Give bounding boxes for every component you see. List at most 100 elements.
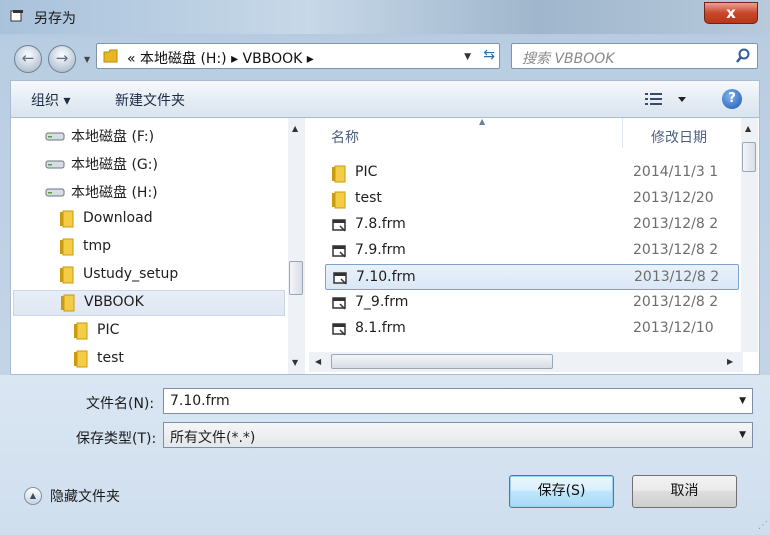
cancel-button[interactable]: 取消 [632, 475, 737, 508]
chevron-down-icon[interactable]: ▼ [739, 396, 746, 406]
recent-pages-dropdown-icon[interactable]: ▼ [84, 55, 90, 64]
folder-icon [332, 191, 346, 209]
tree-item-drive-f[interactable]: 本地磁盘 (F:) [45, 122, 285, 148]
filetype-select[interactable]: 所有文件(*.*) ▼ [163, 422, 753, 448]
folder-icon [332, 165, 346, 183]
filename-input[interactable]: 7.10.frm [170, 393, 230, 409]
command-bar: 组织 ▾ 新建文件夹 ? [10, 80, 760, 118]
file-name: 8.1.frm [355, 320, 406, 336]
drive-icon [45, 132, 65, 141]
close-button[interactable]: x [704, 2, 758, 24]
form-file-icon [332, 245, 346, 258]
file-date: 2014/11/3 1 [633, 164, 719, 180]
folder-icon [74, 322, 88, 340]
resize-grip-icon[interactable]: ⋰ [758, 520, 768, 531]
search-icon[interactable] [735, 48, 751, 64]
search-box[interactable]: 搜索 VBBOOK [511, 43, 758, 69]
tree-item-test[interactable]: test [73, 346, 285, 372]
search-input[interactable]: 搜索 VBBOOK [522, 48, 614, 68]
file-date: 2013/12/8 2 [633, 242, 719, 258]
file-row-7-8-frm[interactable]: 7.8.frm 2013/12/8 2 [325, 212, 739, 238]
file-date: 2013/12/8 2 [633, 294, 719, 310]
file-list-vscroll-thumb[interactable] [742, 142, 756, 172]
new-folder-button[interactable]: 新建文件夹 [115, 90, 185, 110]
column-header-name[interactable]: 名称 ▲ [309, 118, 623, 148]
tree-item-pic[interactable]: PIC [73, 318, 285, 344]
navigation-tree: 本地磁盘 (F:) 本地磁盘 (G:) 本地磁盘 (H:) Download t… [11, 118, 307, 374]
file-date: 2013/12/8 2 [634, 269, 720, 285]
file-row-7-9-frm[interactable]: 7.9.frm 2013/12/8 2 [325, 238, 739, 264]
tree-item-drive-h[interactable]: 本地磁盘 (H:) [45, 178, 285, 204]
file-list: 名称 ▲ 修改日期 PIC 2014/11/3 1 test 2013/12/2… [309, 118, 759, 374]
collapse-up-icon: ▲ [24, 487, 42, 505]
tree-item-label: tmp [83, 238, 112, 254]
scroll-right-icon[interactable]: ▶ [727, 357, 733, 366]
file-date: 2013/12/10 [633, 320, 714, 336]
file-list-hscroll-thumb[interactable] [331, 354, 553, 369]
file-row-7-10-frm[interactable]: 7.10.frm 2013/12/8 2 [325, 264, 739, 290]
form-file-icon [332, 297, 346, 310]
file-list-vscrollbar[interactable]: ▲ [741, 118, 758, 352]
file-row-7_9-frm[interactable]: 7_9.frm 2013/12/8 2 [325, 290, 739, 316]
tree-item-label: 本地磁盘 (G:) [71, 157, 158, 173]
file-row-test[interactable]: test 2013/12/20 [325, 186, 739, 212]
tree-item-label: 本地磁盘 (H:) [71, 185, 158, 201]
save-dialog-icon [10, 10, 23, 22]
file-row-pic[interactable]: PIC 2014/11/3 1 [325, 160, 739, 186]
save-button[interactable]: 保存(S) [509, 475, 614, 508]
folder-icon [103, 49, 118, 63]
folder-icon [60, 266, 74, 284]
tree-item-label: VBBOOK [84, 294, 144, 310]
address-bar[interactable]: « 本地磁盘 (H:) ▸ VBBOOK ▸ ▼ ⇆ [96, 43, 500, 69]
form-file-icon [332, 323, 346, 336]
organize-menu[interactable]: 组织 ▾ [31, 90, 70, 110]
browser-pane: 本地磁盘 (F:) 本地磁盘 (G:) 本地磁盘 (H:) Download t… [10, 117, 760, 375]
file-list-hscrollbar[interactable]: ◀ ▶ [309, 352, 743, 372]
tree-item-vbbook[interactable]: VBBOOK [13, 290, 285, 316]
folder-icon [61, 294, 75, 312]
tree-item-label: 本地磁盘 (F:) [71, 129, 155, 145]
drive-icon [45, 188, 65, 197]
scroll-up-icon[interactable]: ▲ [745, 124, 751, 133]
folder-icon [60, 238, 74, 256]
tree-item-tmp[interactable]: tmp [59, 234, 285, 260]
help-icon[interactable]: ? [722, 89, 742, 109]
forward-button[interactable]: → [48, 45, 76, 73]
form-file-icon [333, 272, 347, 285]
file-name: test [355, 190, 382, 206]
drive-icon [45, 160, 65, 169]
tree-scroll-thumb[interactable] [289, 261, 303, 295]
file-row-8-1-frm[interactable]: 8.1.frm 2013/12/10 [325, 316, 739, 342]
file-name: PIC [355, 164, 378, 180]
form-file-icon [332, 219, 346, 232]
window-title: 另存为 [34, 11, 76, 27]
sort-ascending-icon: ▲ [479, 118, 486, 126]
tree-scrollbar[interactable]: ▲ ▼ [288, 118, 305, 374]
tree-item-label: Ustudy_setup [83, 266, 179, 282]
filename-field[interactable]: 7.10.frm ▼ [163, 388, 753, 414]
back-button[interactable]: ← [14, 45, 42, 73]
file-name: 7.8.frm [355, 216, 406, 232]
scroll-down-icon[interactable]: ▼ [292, 358, 298, 367]
address-dropdown-icon[interactable]: ▼ [464, 52, 471, 62]
filetype-value: 所有文件(*.*) [170, 430, 256, 446]
address-breadcrumb[interactable]: « 本地磁盘 (H:) ▸ VBBOOK ▸ [127, 48, 314, 68]
tree-item-label: PIC [97, 322, 120, 338]
chevron-down-icon[interactable]: ▼ [739, 430, 746, 440]
scroll-up-icon[interactable]: ▲ [292, 124, 298, 133]
filename-label: 文件名(N): [86, 396, 155, 412]
tree-item-drive-g[interactable]: 本地磁盘 (G:) [45, 150, 285, 176]
scroll-left-icon[interactable]: ◀ [315, 357, 321, 366]
refresh-icon[interactable]: ⇆ [483, 47, 495, 63]
file-date: 2013/12/20 [633, 190, 714, 206]
title-bar: 另存为 x [0, 0, 770, 34]
hide-folders-label: 隐藏文件夹 [50, 489, 120, 505]
file-date: 2013/12/8 2 [633, 216, 719, 232]
filetype-label: 保存类型(T): [76, 431, 157, 447]
file-name: 7.9.frm [355, 242, 406, 258]
view-options-icon[interactable] [644, 91, 688, 107]
tree-item-ustudy-setup[interactable]: Ustudy_setup [59, 262, 285, 288]
column-header-date[interactable]: 修改日期 [623, 118, 745, 148]
tree-item-download[interactable]: Download [59, 206, 285, 232]
folder-icon [60, 210, 74, 228]
